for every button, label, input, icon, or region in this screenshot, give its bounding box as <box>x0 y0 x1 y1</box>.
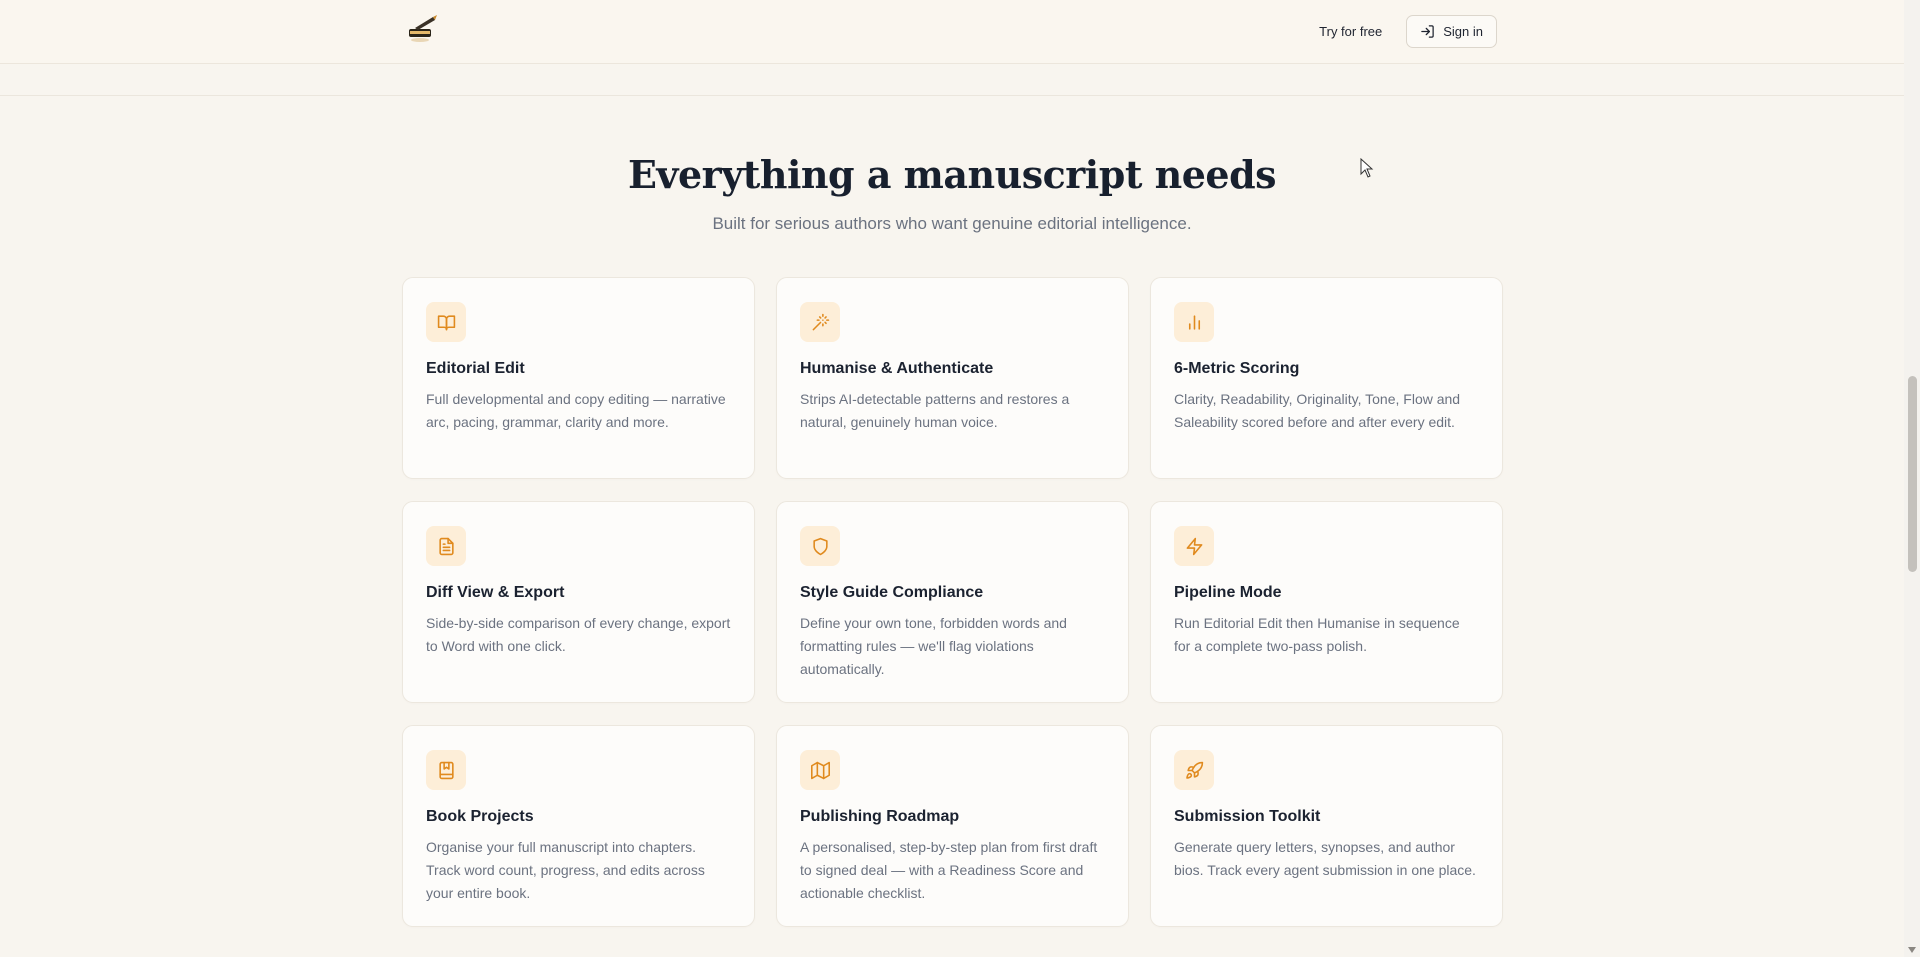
feature-title: Editorial Edit <box>426 360 525 377</box>
magic-wand-icon <box>800 302 840 342</box>
features-grid: Editorial Edit Full developmental and co… <box>402 277 1503 927</box>
feature-description: Strips AI-detectable patterns and restor… <box>800 391 1070 430</box>
sign-in-button[interactable]: Sign in <box>1406 15 1497 48</box>
features-heading: Everything a manuscript needs <box>627 152 1277 197</box>
feature-description: A personalised, step-by-step plan from f… <box>800 839 1098 901</box>
feature-title: Submission Toolkit <box>1174 808 1321 825</box>
feature-card-submission: Submission Toolkit Generate query letter… <box>1150 725 1503 927</box>
feature-card-editorial-edit: Editorial Edit Full developmental and co… <box>402 277 755 479</box>
section-divider <box>0 95 1904 96</box>
feature-title: Book Projects <box>426 808 534 825</box>
book-open-icon <box>426 302 466 342</box>
feature-title: 6-Metric Scoring <box>1174 360 1300 377</box>
shield-icon <box>800 526 840 566</box>
bar-chart-icon <box>1174 302 1214 342</box>
feature-card-diff-view: Diff View & Export Side-by-side comparis… <box>402 501 755 703</box>
feature-card-humanise: Humanise & Authenticate Strips AI-detect… <box>776 277 1129 479</box>
feature-description: Run Editorial Edit then Humanise in sequ… <box>1174 615 1460 654</box>
feature-description: Generate query letters, synopses, and au… <box>1174 839 1476 878</box>
quill-inkpot-icon[interactable] <box>405 14 439 44</box>
mouse-cursor-icon <box>1360 158 1374 178</box>
feature-title: Style Guide Compliance <box>800 584 984 601</box>
book-bookmark-icon <box>426 750 466 790</box>
feature-description: Clarity, Readability, Originality, Tone,… <box>1174 391 1461 430</box>
feature-title: Humanise & Authenticate <box>800 360 994 377</box>
feature-card-book-projects: Book Projects Organise your full manuscr… <box>402 725 755 927</box>
document-icon <box>426 526 466 566</box>
try-for-free-link[interactable]: Try for free <box>1307 16 1394 47</box>
feature-description: Side-by-side comparison of every change,… <box>426 615 731 654</box>
feature-card-pipeline: Pipeline Mode Run Editorial Edit then Hu… <box>1150 501 1503 703</box>
sign-in-icon <box>1421 25 1434 38</box>
scrollbar-thumb[interactable] <box>1908 376 1917 572</box>
features-subheading: Built for serious authors who want genui… <box>712 214 1192 233</box>
top-navigation-bar: Try for free Sign in <box>0 0 1904 64</box>
map-icon <box>800 750 840 790</box>
feature-title: Diff View & Export <box>426 584 565 601</box>
feature-card-scoring: 6-Metric Scoring Clarity, Readability, O… <box>1150 277 1503 479</box>
rocket-icon <box>1174 750 1214 790</box>
feature-card-style-guide: Style Guide Compliance Define your own t… <box>776 501 1129 703</box>
feature-description: Organise your full manuscript into chapt… <box>426 839 705 901</box>
feature-title: Publishing Roadmap <box>800 808 960 825</box>
lightning-icon <box>1174 526 1214 566</box>
feature-title: Pipeline Mode <box>1174 584 1282 601</box>
feature-description: Define your own tone, forbidden words an… <box>800 615 1067 677</box>
scroll-down-arrow-icon[interactable] <box>1908 947 1916 953</box>
feature-description: Full developmental and copy editing — na… <box>426 391 726 430</box>
sign-in-label: Sign in <box>1443 24 1483 39</box>
scrollbar[interactable] <box>1904 0 1920 957</box>
feature-card-roadmap: Publishing Roadmap A personalised, step-… <box>776 725 1129 927</box>
